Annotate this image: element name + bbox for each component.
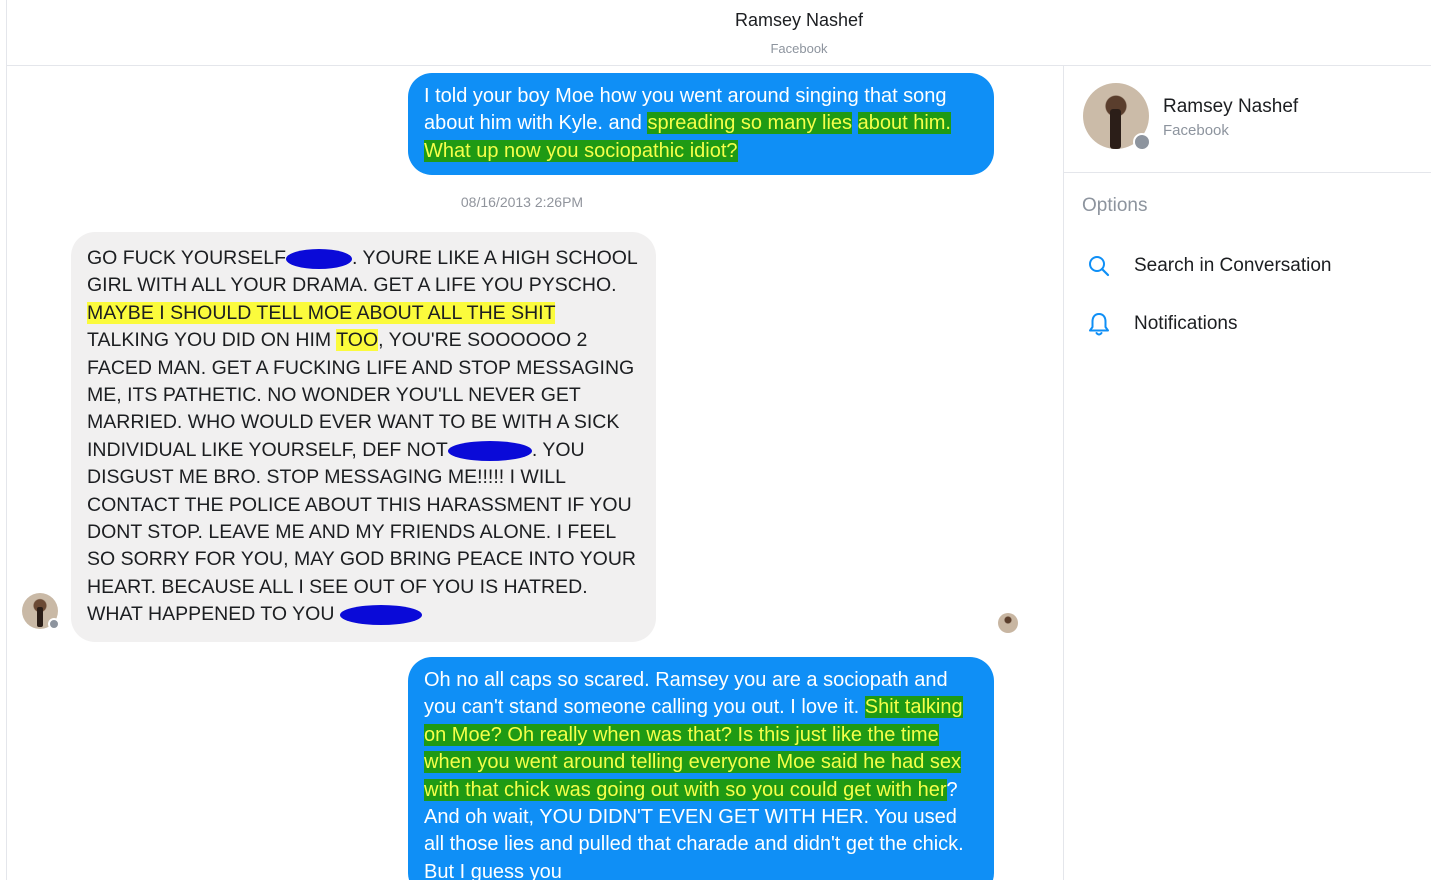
search-in-conversation-label: Search in Conversation [1134, 255, 1332, 276]
redaction-mark [286, 248, 353, 269]
highlighted-text: MAYBE I SHOULD TELL MOE ABOUT ALL THE SH… [87, 301, 556, 324]
highlighted-text: TOO [336, 329, 379, 352]
highlighted-text: spreading so many lies [647, 112, 853, 135]
notifications-label: Notifications [1134, 313, 1238, 334]
conversation-header: Ramsey Nashef Facebook [7, 0, 1431, 66]
facebook-badge-icon [48, 618, 60, 630]
redaction-mark [339, 605, 422, 626]
message-text: . YOU DISGUST ME BRO. STOP MESSAGING ME!… [87, 438, 637, 626]
options-heading: Options [1082, 195, 1148, 216]
notifications-button[interactable]: Notifications [1086, 311, 1238, 337]
window-left-edge [0, 0, 7, 880]
conversation-info-panel: Ramsey Nashef Facebook Options Search in… [1064, 66, 1431, 880]
search-in-conversation-button[interactable]: Search in Conversation [1086, 253, 1332, 279]
contact-platform: Facebook [770, 41, 828, 56]
message-text: GO FUCK YOURSELF [87, 247, 287, 269]
search-icon [1089, 256, 1110, 277]
outgoing-message[interactable]: I told your boy Moe how you went around … [408, 73, 994, 176]
contact-name[interactable]: Ramsey Nashef [7, 10, 1431, 31]
facebook-badge-icon [1133, 133, 1151, 151]
profile-platform: Facebook [1163, 122, 1229, 139]
redaction-mark [447, 440, 532, 461]
profile-name[interactable]: Ramsey Nashef [1163, 96, 1298, 118]
message-text: TALKING YOU DID ON HIM [87, 329, 337, 352]
message-timestamp: 08/16/2013 2:26PM [460, 194, 584, 210]
seen-avatar [998, 613, 1018, 633]
divider [1064, 172, 1431, 173]
outgoing-message[interactable]: Oh no all caps so scared. Ramsey you are… [408, 657, 994, 880]
message-list[interactable]: I told your boy Moe how you went around … [7, 66, 1063, 880]
incoming-message[interactable]: GO FUCK YOURSELF. YOURE LIKE A HIGH SCHO… [71, 232, 656, 642]
bell-icon [1089, 313, 1109, 336]
